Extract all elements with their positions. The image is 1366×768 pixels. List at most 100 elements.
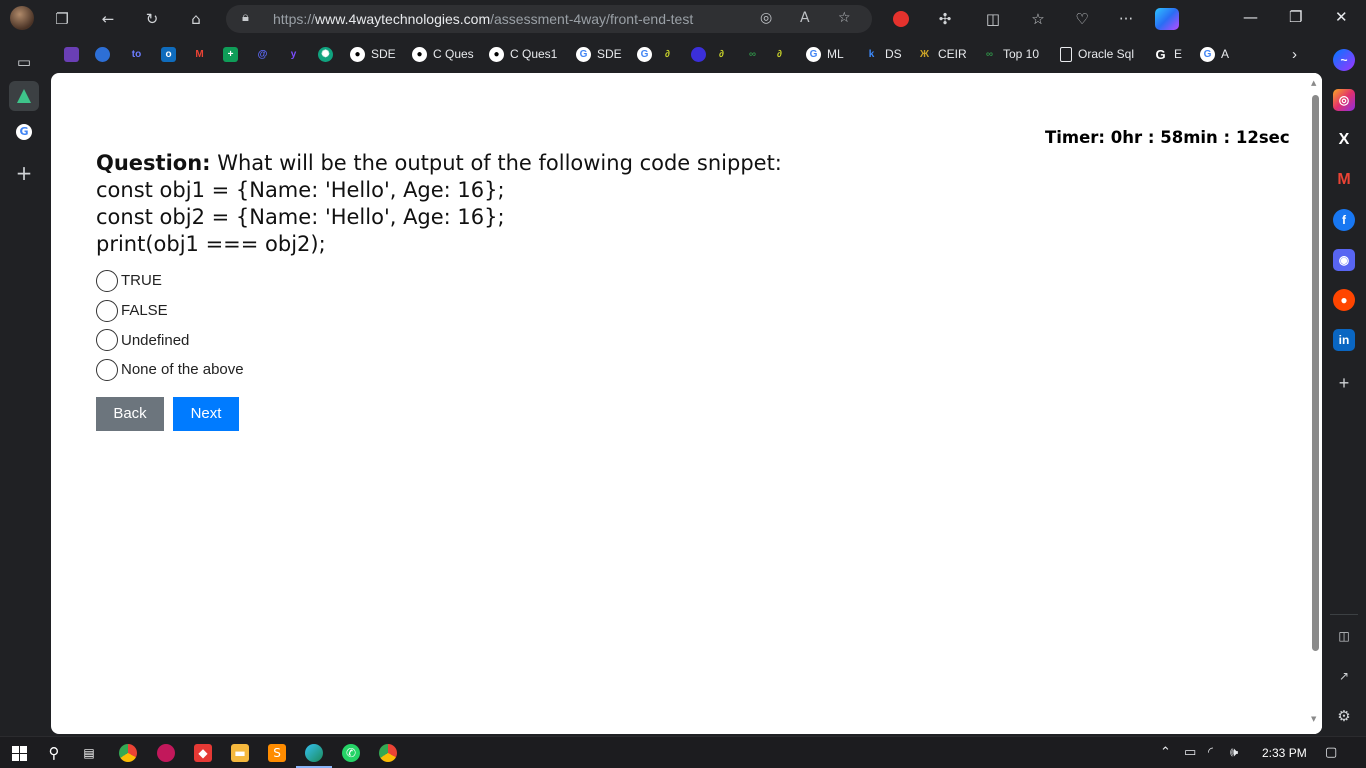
radio-button[interactable] (96, 358, 118, 381)
location-icon[interactable]: ◎ (760, 10, 772, 26)
scrollbar-thumb[interactable] (1312, 95, 1319, 651)
windows-start-icon[interactable] (10, 744, 28, 762)
fav-purple-icon[interactable] (64, 44, 85, 64)
chrome-icon[interactable] (119, 744, 137, 762)
home-icon[interactable]: ⌂ (184, 7, 208, 31)
close-button[interactable]: ✕ (1335, 8, 1348, 26)
address-url[interactable]: https://www.4waytechnologies.com/assessm… (273, 11, 693, 27)
fav-c-ques1[interactable]: ● C Ques1 (489, 44, 557, 64)
hide-sidebar-icon[interactable]: ◫ (1333, 625, 1355, 647)
sidebar-settings-gear-icon[interactable]: ⚙ (1333, 705, 1355, 727)
task-view-icon[interactable]: ▤ (80, 744, 98, 762)
refresh-icon[interactable]: ↻ (140, 7, 164, 31)
file-explorer-icon[interactable]: ▬ (231, 744, 249, 762)
fav-sde-github[interactable]: ● SDE (350, 44, 396, 64)
option-label[interactable]: None of the above (121, 361, 244, 378)
fav-yellow-icon-2[interactable]: ∂ (714, 44, 735, 64)
copilot-icon[interactable] (1155, 8, 1179, 30)
open-external-icon[interactable]: ↗ (1333, 665, 1355, 687)
fav-e[interactable]: GE (1153, 44, 1182, 64)
fav-ceir[interactable]: Ж CEIR (917, 44, 967, 64)
search-icon[interactable]: ⚲ (45, 744, 63, 762)
address-bar[interactable]: 🔒︎ https://www.4waytechnologies.com/asse… (226, 5, 872, 33)
more-menu-icon[interactable]: ··· (1114, 7, 1138, 31)
favorites-icon[interactable]: ☆ (1026, 7, 1050, 31)
anydesk-icon[interactable]: ◆ (194, 744, 212, 762)
fav-ds[interactable]: k DS (864, 44, 902, 64)
sidebar-add-plus-icon[interactable]: + (1333, 372, 1355, 394)
volume-icon[interactable]: 🕪︎ (1230, 745, 1238, 760)
taskbar-clock[interactable]: 2:33 PM (1262, 746, 1307, 760)
wifi-icon[interactable]: ◜ (1208, 745, 1213, 760)
fav-blue-icon[interactable] (95, 44, 116, 64)
option-true[interactable]: TRUE (96, 266, 244, 296)
scroll-down-arrow-icon[interactable]: ▼ (1311, 715, 1316, 723)
edge-icon[interactable] (305, 744, 323, 762)
new-tab-plus-icon[interactable]: + (9, 158, 39, 188)
restore-button[interactable]: ❐ (1289, 8, 1302, 26)
fav-google-2[interactable]: G (637, 44, 658, 64)
sublime-text-icon[interactable]: S (268, 744, 286, 762)
split-screen-icon[interactable]: ◫ (981, 7, 1005, 31)
back-arrow-icon[interactable]: ← (96, 7, 120, 31)
fav-yellow-icon[interactable]: ∂ (660, 44, 681, 64)
active-tab-icon[interactable] (9, 81, 39, 111)
tab-actions-icon[interactable]: ▭ (9, 47, 39, 77)
fav-a[interactable]: GA (1200, 44, 1229, 64)
messenger-icon[interactable]: ~ (1333, 49, 1355, 71)
fav-swirl-icon[interactable]: @ (255, 44, 276, 64)
radio-button[interactable] (96, 329, 118, 352)
radio-button[interactable] (96, 299, 118, 322)
google-tab-icon[interactable]: G (9, 117, 39, 147)
fav-oracle-sql[interactable]: Oracle Sql (1060, 44, 1134, 64)
battery-icon[interactable]: ▭ (1184, 745, 1196, 760)
fav-c-ques[interactable]: ● C Ques (412, 44, 474, 64)
fav-gfg-icon[interactable]: ∞ (745, 44, 766, 64)
linkedin-icon[interactable]: in (1333, 329, 1355, 351)
fav-green-plus-icon[interactable]: + (223, 44, 244, 64)
fav-yahoo-icon[interactable]: y (286, 44, 307, 64)
profile-avatar[interactable] (10, 6, 34, 30)
fav-top-10[interactable]: ∞ Top 10 (982, 44, 1039, 64)
option-label[interactable]: FALSE (121, 302, 168, 319)
tray-chevron-up-icon[interactable]: ⌃ (1160, 745, 1171, 760)
fav-yellow-icon-3[interactable]: ∂ (772, 44, 793, 64)
windows-taskbar: ⚲ ▤ ◆ ▬ S ✆ ⌃ ▭ ◜ 🕪︎ 2:33 PM ▢ (0, 736, 1366, 768)
page-scrollbar[interactable]: ▲ ▼ (1309, 73, 1322, 734)
option-undefined[interactable]: Undefined (96, 325, 244, 355)
workspaces-icon[interactable]: ❐ (50, 7, 74, 31)
instagram-icon[interactable]: ◎ (1333, 89, 1355, 111)
fav-sde-google[interactable]: G SDE (576, 44, 622, 64)
favorites-overflow-chevron-icon[interactable]: › (1292, 44, 1297, 64)
fav-gmail-icon[interactable]: M (192, 44, 213, 64)
chrome-canary-icon[interactable] (379, 744, 397, 762)
favorite-star-icon[interactable]: ☆ (838, 10, 851, 26)
gmail-icon[interactable]: M (1333, 169, 1355, 191)
radio-button[interactable] (96, 269, 118, 292)
option-label[interactable]: TRUE (121, 272, 162, 289)
browser-essentials-icon[interactable]: ♡ (1070, 7, 1094, 31)
back-button[interactable]: Back (96, 397, 164, 431)
fav-indigo-icon[interactable] (691, 44, 712, 64)
fav-ml[interactable]: G ML (806, 44, 844, 64)
fav-to-icon[interactable]: to (129, 44, 150, 64)
read-aloud-icon[interactable]: A (800, 10, 810, 26)
app-avatar-icon[interactable] (157, 744, 175, 762)
fav-chatgpt-icon[interactable]: ✺ (318, 44, 339, 64)
scroll-up-arrow-icon[interactable]: ▲ (1311, 79, 1316, 87)
reddit-icon[interactable]: ● (1333, 289, 1355, 311)
next-button[interactable]: Next (173, 397, 239, 431)
fav-outlook-icon[interactable]: o (161, 44, 182, 64)
extension-red-icon[interactable] (889, 7, 913, 31)
option-false[interactable]: FALSE (96, 296, 244, 326)
x-twitter-icon[interactable]: X (1333, 129, 1355, 151)
option-none-of-the-above[interactable]: None of the above (96, 355, 244, 385)
notifications-icon[interactable]: ▢ (1325, 745, 1337, 760)
facebook-icon[interactable]: f (1333, 209, 1355, 231)
discord-icon[interactable]: ◉ (1333, 249, 1355, 271)
sidebar-divider (1330, 614, 1358, 615)
extensions-puzzle-icon[interactable]: ✣ (933, 7, 957, 31)
whatsapp-icon[interactable]: ✆ (342, 744, 360, 762)
minimize-button[interactable]: — (1243, 8, 1258, 26)
option-label[interactable]: Undefined (121, 332, 189, 349)
